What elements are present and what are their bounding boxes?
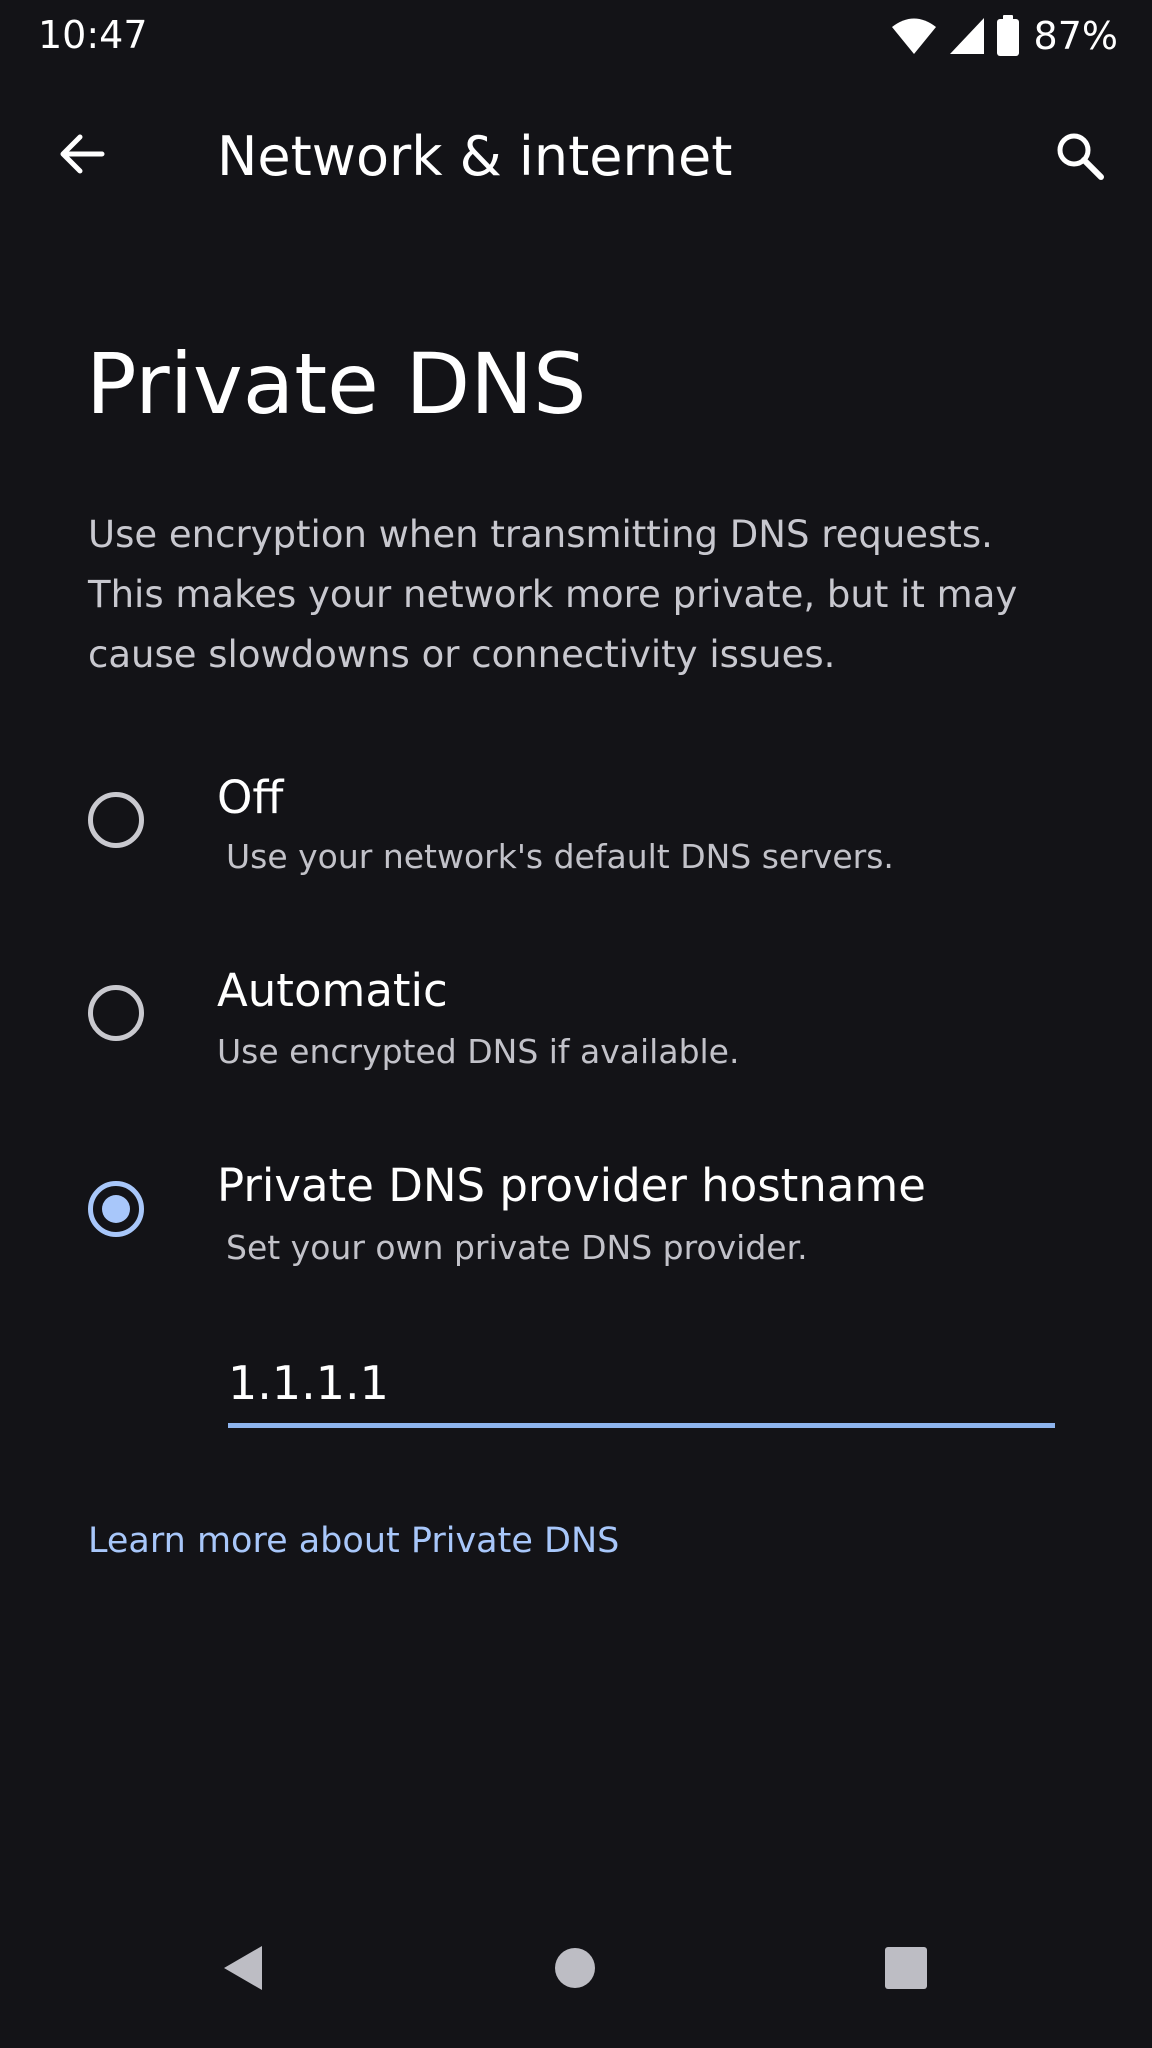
cellular-signal-icon: [948, 16, 986, 56]
hostname-input[interactable]: [228, 1346, 1055, 1420]
radio-hostname[interactable]: [88, 1181, 144, 1237]
battery-icon: [996, 15, 1020, 57]
status-icons: 87%: [890, 12, 1118, 60]
option-automatic-label: Automatic: [217, 964, 448, 1017]
page-title: Private DNS: [86, 335, 587, 433]
hostname-field[interactable]: [228, 1346, 1055, 1428]
radio-automatic[interactable]: [88, 985, 144, 1041]
nav-back-button[interactable]: [198, 1930, 288, 2010]
nav-back-icon: [220, 1943, 266, 1997]
page-description: Use encryption when transmitting DNS req…: [88, 513, 1018, 676]
option-off-label: Off: [217, 771, 284, 824]
wifi-icon: [890, 16, 938, 56]
option-hostname[interactable]: Private DNS provider hostname Set your o…: [60, 1158, 1100, 1308]
battery-percentage: 87%: [1033, 14, 1118, 58]
arrow-back-icon: [56, 128, 108, 184]
nav-home-button[interactable]: [530, 1930, 620, 2010]
option-hostname-label: Private DNS provider hostname: [217, 1159, 926, 1212]
option-off[interactable]: Off Use your network's default DNS serve…: [60, 770, 1100, 920]
radio-off[interactable]: [88, 792, 144, 848]
nav-home-icon: [553, 1946, 597, 1994]
nav-recents-icon: [884, 1946, 928, 1994]
back-button[interactable]: [44, 118, 120, 194]
option-off-summary: Use your network's default DNS servers.: [226, 837, 894, 876]
search-button[interactable]: [1042, 120, 1118, 196]
option-automatic-summary: Use encrypted DNS if available.: [217, 1032, 740, 1071]
nav-recents-button[interactable]: [861, 1930, 951, 2010]
option-hostname-summary: Set your own private DNS provider.: [226, 1228, 808, 1267]
app-bar-title: Network & internet: [217, 125, 733, 188]
status-time: 10:47: [38, 13, 148, 57]
learn-more-link[interactable]: Learn more about Private DNS: [88, 1516, 619, 1566]
search-icon: [1053, 129, 1107, 187]
option-automatic[interactable]: Automatic Use encrypted DNS if available…: [60, 963, 1100, 1113]
